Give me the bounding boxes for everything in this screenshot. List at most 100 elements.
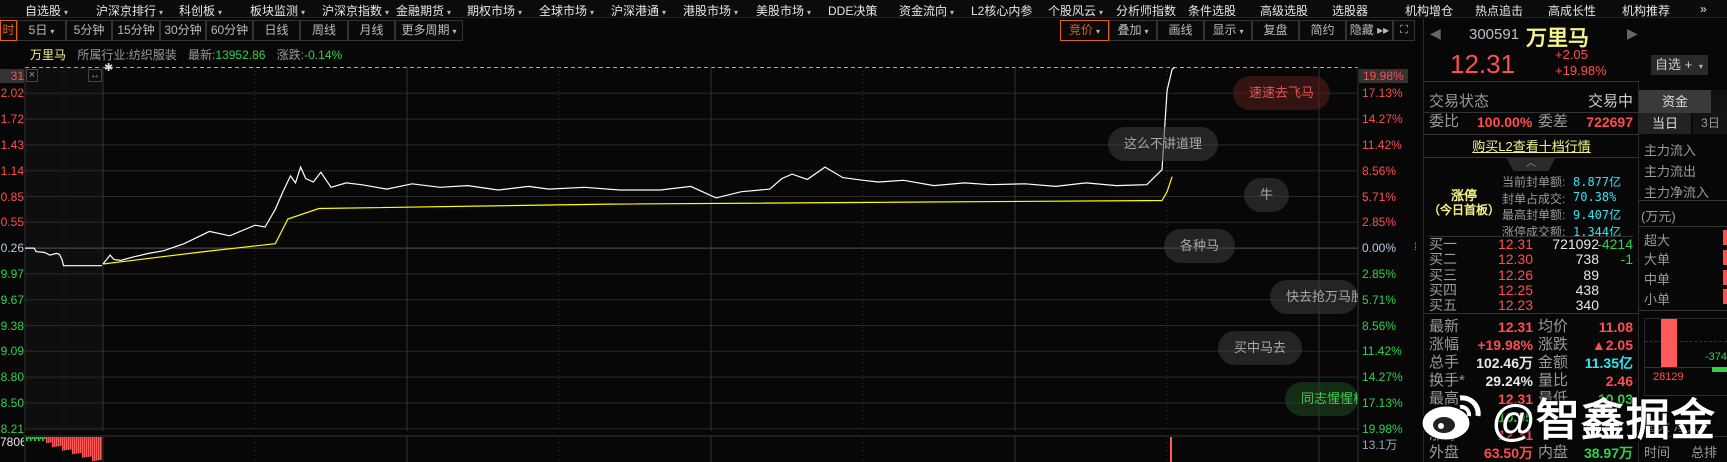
toolbar-button-label: 简约 — [1310, 23, 1335, 37]
toolbar-button[interactable]: 复盘 — [1252, 20, 1299, 41]
period-tab[interactable]: 时 — [0, 20, 17, 41]
chevron-down-icon: ▾ — [1239, 27, 1244, 36]
splitter-handle-icon[interactable]: ⁞ — [1414, 242, 1417, 253]
resize-handle-icon[interactable]: ↔ — [88, 69, 102, 82]
prev-stock-arrow-icon[interactable]: ◀ — [1430, 25, 1441, 42]
volume-bar — [58, 437, 60, 447]
period-tab-label: 60分钟 — [210, 23, 249, 37]
stat-label: 涨停 — [1429, 426, 1460, 443]
menu-item[interactable]: 机构增仓 — [1405, 2, 1453, 19]
menu-item[interactable]: 港股市场 ▾ — [683, 2, 738, 19]
size-medium-label: 中单 — [1644, 272, 1671, 287]
stat-value: +19.98% — [1477, 337, 1533, 353]
size-small-label: 小单 — [1644, 292, 1671, 307]
next-stock-arrow-icon[interactable]: ▶ — [1627, 25, 1638, 42]
volume-axis-left: 7806 — [0, 435, 24, 449]
menu-item-label: 热点追击 — [1475, 4, 1524, 18]
menu-item[interactable]: L2核心内参 — [971, 2, 1032, 19]
menu-item[interactable]: 期权市场 ▾ — [467, 2, 522, 19]
avg-price-line — [102, 176, 1173, 265]
stat-value: 29.24% — [1485, 373, 1533, 389]
menu-item[interactable]: 个股风云 ▾ — [1048, 2, 1103, 19]
stat-label: 内盘 — [1538, 444, 1569, 461]
menu-item[interactable]: 全球市场 ▾ — [539, 2, 594, 19]
menu-item[interactable]: 科创板 ▾ — [179, 2, 222, 19]
menu-item[interactable]: 美股市场 ▾ — [756, 2, 811, 19]
volume-bar — [72, 437, 74, 455]
volume-bar — [88, 437, 90, 457]
percent-tick-label: 11.42% — [1362, 137, 1402, 152]
menu-item[interactable]: 沪深港通 ▾ — [611, 2, 666, 19]
menu-item[interactable]: 沪深京指数 ▾ — [322, 2, 389, 19]
tab-funds[interactable]: 资金 — [1639, 90, 1711, 113]
toolbar-button[interactable]: 竞价 ▾ — [1060, 20, 1109, 41]
toolbar-button[interactable]: 叠加 ▾ — [1109, 20, 1157, 41]
menu-item[interactable]: » — [1700, 2, 1707, 16]
period-tab[interactable]: 15分钟 — [112, 20, 160, 41]
menu-item[interactable]: DDE决策 — [828, 2, 877, 19]
limit-up-subtitle: （今日首板） — [1427, 203, 1500, 217]
stat-label: 总手 — [1429, 354, 1460, 371]
menu-item[interactable]: 板块监测 ▾ — [250, 2, 305, 19]
volume-bar — [80, 437, 82, 453]
menu-item[interactable]: 高级选股 — [1260, 2, 1308, 19]
ratio-label: 委比 — [1429, 113, 1460, 130]
funds-bar-positive-label: 28129 — [1653, 371, 1684, 383]
bid-level-label: 买四 — [1429, 281, 1457, 298]
period-tab[interactable]: 60分钟 — [206, 20, 253, 41]
add-watchlist-button[interactable]: 自选 + ▾ — [1651, 55, 1708, 75]
stat-label: 外盘 — [1429, 444, 1460, 461]
comment-bubble: 买中马去 — [1218, 331, 1303, 365]
industry: 所属行业:纺织服装 — [77, 48, 177, 62]
period-tab[interactable]: 月线 — [348, 20, 395, 41]
menu-item[interactable]: 沪深京排行 ▾ — [96, 2, 163, 19]
limit-stat-value: 70.38% — [1573, 189, 1617, 204]
menu-item[interactable]: 资金流向 ▾ — [899, 2, 954, 19]
period-tab[interactable]: 更多周期 ▾ — [395, 20, 463, 41]
toolbar-button[interactable]: 简约 — [1299, 20, 1346, 41]
tab-3day[interactable]: 3日 — [1693, 113, 1727, 134]
period-tab[interactable]: 30分钟 — [160, 20, 206, 41]
period-tab[interactable]: 日线 — [253, 20, 300, 41]
unit-label: (万元) — [1641, 209, 1676, 224]
menu-item[interactable]: 自选股 ▾ — [25, 2, 68, 19]
volume-bar — [52, 437, 54, 448]
period-tab[interactable]: 5分钟 — [66, 20, 112, 41]
menu-item[interactable]: 金融期货 ▾ — [396, 2, 451, 19]
stat-row: 总手 102.46万 金额 11.35亿 — [1429, 354, 1633, 372]
fullscreen-icon[interactable]: ⛶ — [1393, 20, 1415, 41]
buy-l2-link[interactable]: 购买L2查看十档行情 — [1424, 136, 1639, 155]
stat-label: 最低 — [1538, 390, 1569, 407]
period-tab[interactable]: 周线 — [300, 20, 348, 41]
stat-value: 2.46 — [1605, 373, 1633, 389]
menu-item-label: 机构增仓 — [1405, 4, 1454, 18]
stat-value: 11.08 — [1598, 319, 1633, 335]
period-tab[interactable]: 5日 ▾ — [17, 20, 66, 41]
bid-price: 12.31 — [1497, 236, 1533, 252]
price-tick-label: 9.67 — [0, 292, 24, 307]
menu-item-label: » — [1700, 2, 1707, 16]
toolbar-button[interactable]: 隐藏 ▸▸ — [1346, 20, 1393, 41]
menu-item[interactable]: 机构推荐 — [1622, 2, 1670, 19]
percent-tick-label: 8.56% — [1362, 163, 1397, 178]
tab-next[interactable] — [1711, 90, 1727, 113]
latest-value: 13952.86 — [215, 48, 266, 62]
menu-item[interactable]: 高成长性 — [1548, 2, 1596, 19]
funds-bar-positive — [1661, 319, 1677, 367]
menu-item-label: 沪深京指数 — [322, 4, 383, 18]
diff-value: 722697 — [1586, 114, 1633, 130]
menu-item[interactable]: 热点追击 — [1475, 2, 1523, 19]
toolbar-button[interactable]: 画线 — [1157, 20, 1204, 41]
bid-level-label: 买五 — [1429, 297, 1457, 314]
menu-item[interactable]: 分析师指数 — [1116, 2, 1176, 19]
toolbar-button[interactable]: 显示 ▾ — [1204, 20, 1252, 41]
collapse-chevron-icon[interactable]: ︿ — [1506, 157, 1556, 171]
tab-today[interactable]: 当日 — [1639, 113, 1691, 134]
chevron-down-icon: ▾ — [1099, 8, 1104, 17]
menu-item[interactable]: 条件选股 — [1188, 2, 1236, 19]
menu-item[interactable]: 选股器 — [1332, 2, 1368, 19]
menu-item-label: 条件选股 — [1188, 4, 1237, 18]
menu-item-label: 分析师指数 — [1116, 4, 1177, 18]
volume-separator — [25, 431, 1358, 436]
close-icon[interactable]: × — [26, 69, 38, 82]
